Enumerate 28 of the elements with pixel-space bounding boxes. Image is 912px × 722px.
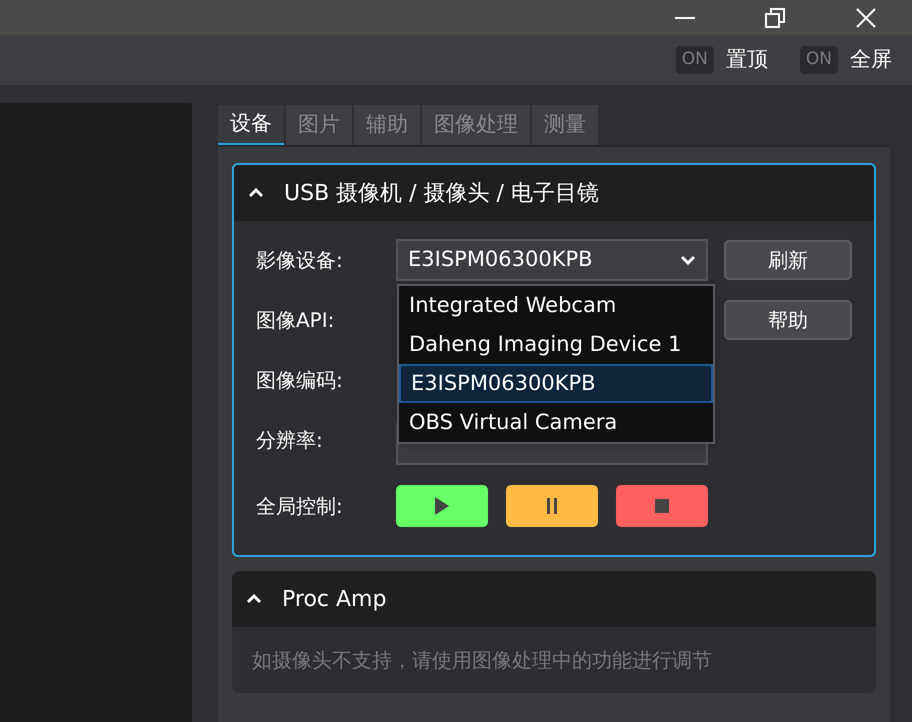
- field-label: 图像API:: [256, 307, 336, 334]
- field-label: 影像设备:: [256, 247, 344, 274]
- toggle-label: 全屏: [850, 46, 892, 74]
- hint-text: 如摄像头不支持，请使用图像处理中的功能进行调节: [252, 648, 712, 672]
- stop-button[interactable]: [616, 485, 708, 527]
- field-label: 图像编码:: [256, 367, 344, 394]
- side-button[interactable]: 帮助: [724, 300, 852, 340]
- side-button[interactable]: 刷新: [724, 240, 852, 280]
- play-icon: [435, 497, 449, 515]
- group-title: USB 摄像机 / 摄像头 / 电子目镜: [284, 180, 599, 208]
- group-title: Proc Amp: [282, 586, 386, 614]
- restore-icon: [765, 8, 785, 28]
- pause-button[interactable]: [506, 485, 598, 527]
- minimize-icon: [675, 16, 695, 18]
- field-label: 分辨率:: [256, 427, 324, 454]
- dropdown-option[interactable]: E3ISPM06300KPB: [399, 364, 713, 403]
- tab[interactable]: 设备: [218, 105, 284, 145]
- dropdown-option[interactable]: Integrated Webcam: [399, 286, 713, 325]
- dropdown-option[interactable]: Daheng Imaging Device 1: [399, 325, 713, 364]
- toggle-label: 置顶: [726, 46, 768, 74]
- dropdown-option[interactable]: OBS Virtual Camera: [399, 403, 713, 442]
- combo-box[interactable]: E3ISPM06300KPB: [396, 239, 708, 281]
- play-button[interactable]: [396, 485, 488, 527]
- stop-icon: [655, 499, 669, 513]
- close-icon: [856, 8, 876, 28]
- pause-icon: [546, 498, 558, 514]
- chevron-down-icon: [680, 255, 696, 265]
- field-label: 全局控制:: [256, 493, 344, 520]
